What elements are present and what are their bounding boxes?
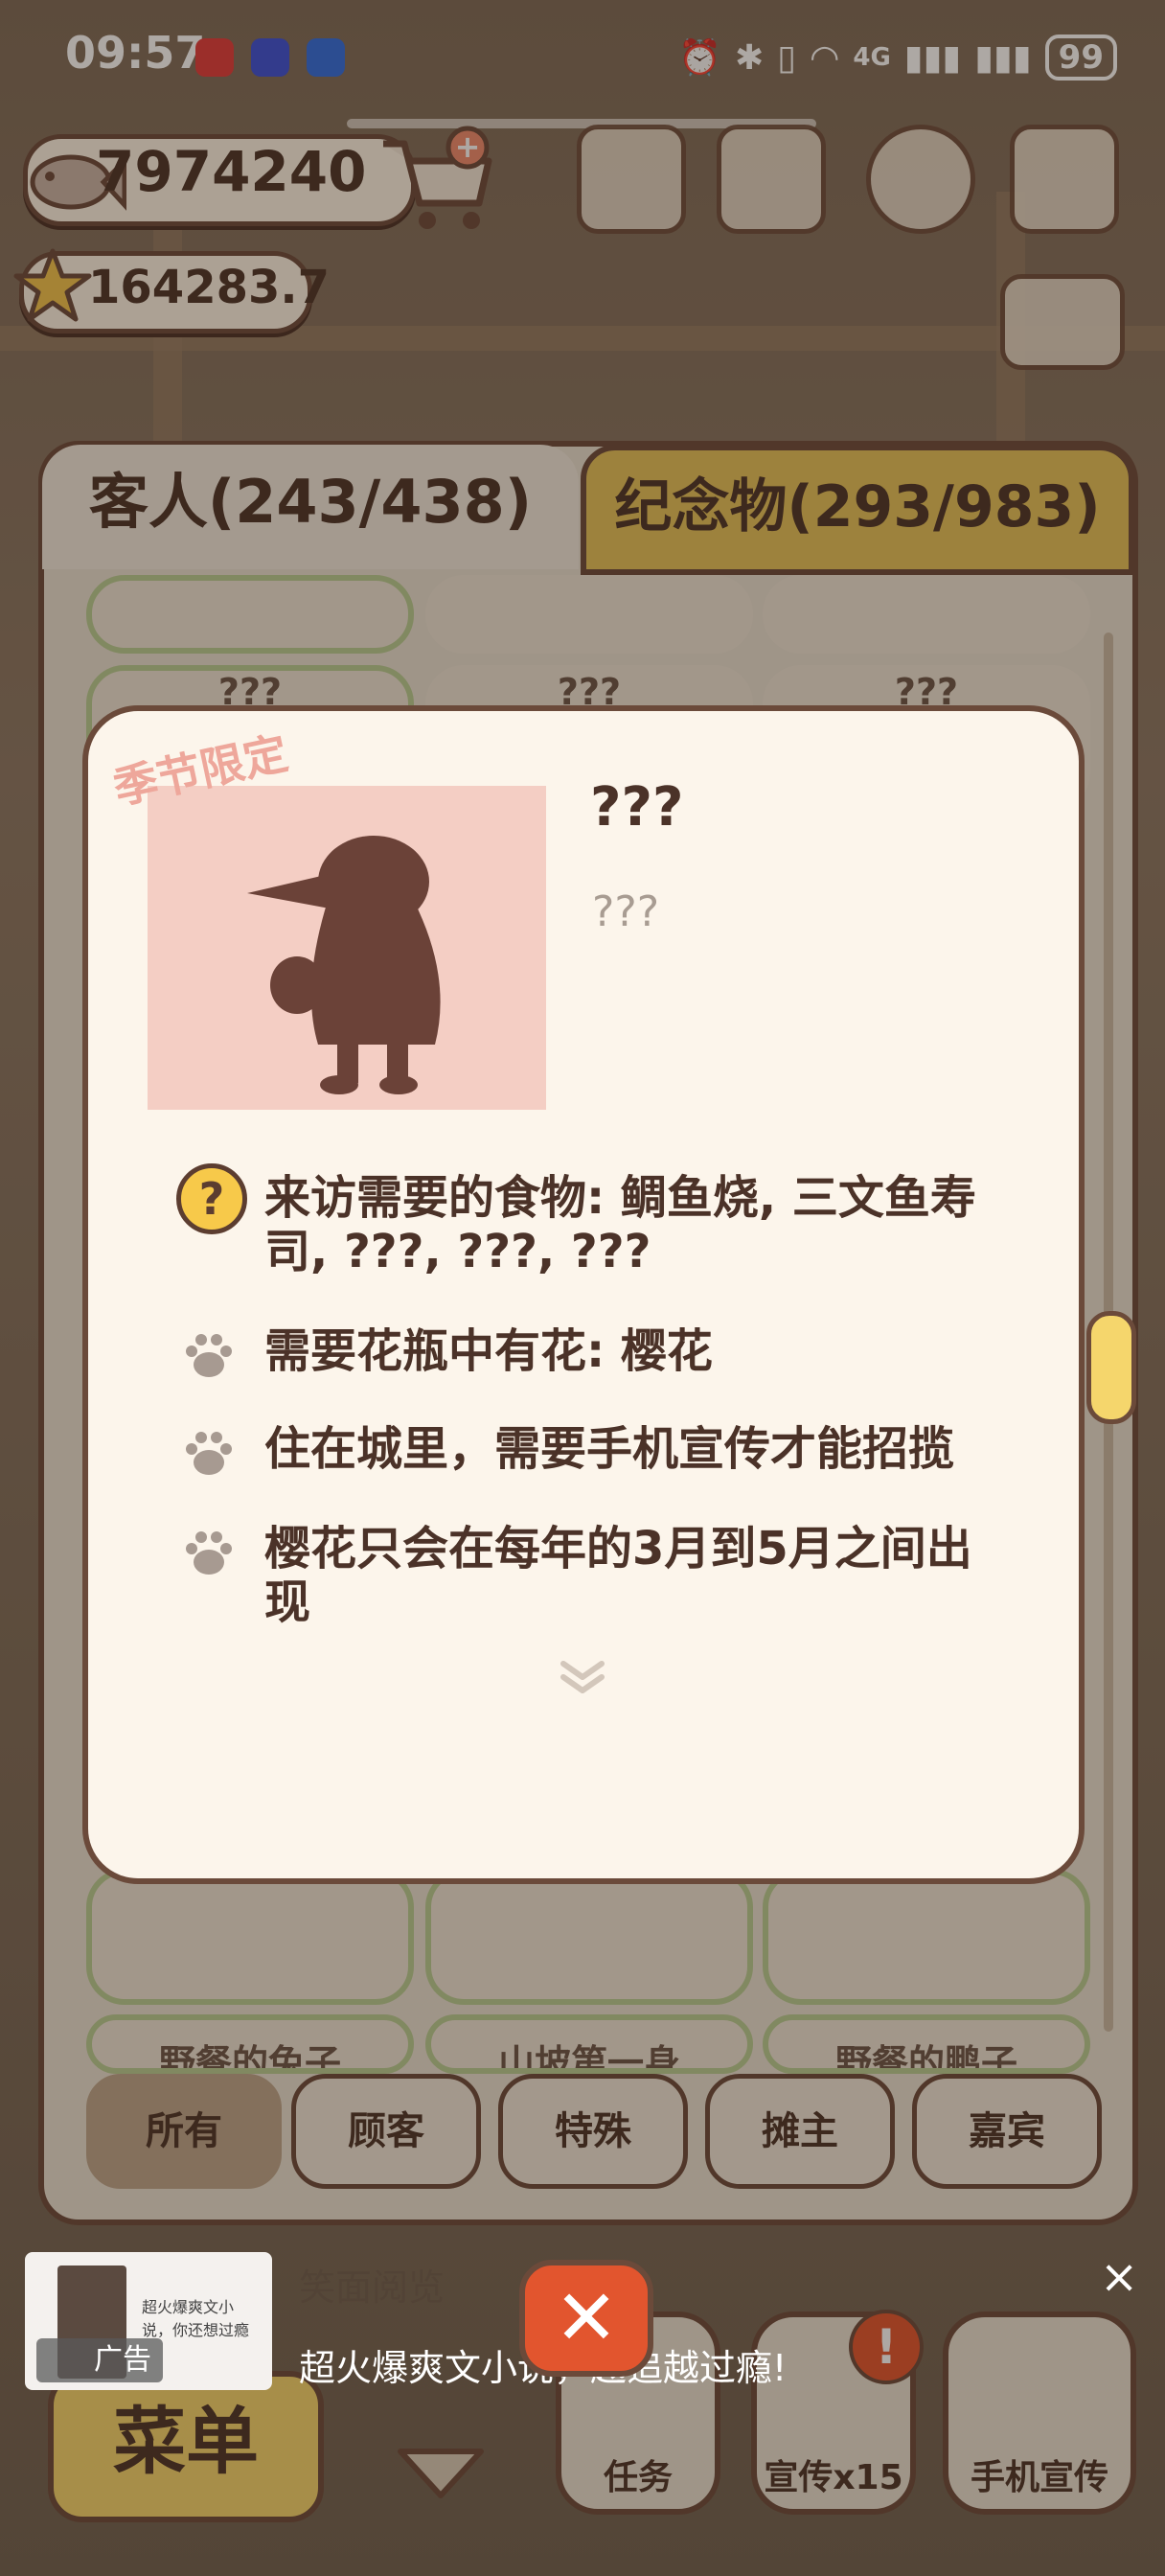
food-requirement-line2: 司, ???, ???, ???: [264, 1225, 651, 1278]
food-requirement-line1: 来访需要的食物: 鲷鱼烧, 三文鱼寿: [264, 1171, 976, 1225]
paw-icon: [186, 1334, 232, 1377]
side-drawer-handle[interactable]: [1086, 1311, 1136, 1424]
season-note-line2: 现: [264, 1576, 311, 1629]
season-note: 樱花只会在每年的3月到5月之间出 现: [264, 1522, 1012, 1629]
flower-requirement: 需要花瓶中有花: 樱花: [264, 1324, 713, 1378]
paw-icon: [186, 1531, 232, 1575]
chevron-down-icon[interactable]: [556, 1658, 609, 1696]
guest-portrait: [148, 786, 546, 1110]
question-icon: ?: [176, 1163, 247, 1234]
season-note-line1: 樱花只会在每年的3月到5月之间出: [264, 1522, 972, 1576]
ad-close-button[interactable]: ×: [1100, 2250, 1138, 2304]
guest-silhouette: [247, 836, 441, 1094]
guest-name: ???: [590, 776, 684, 839]
food-requirement: 来访需要的食物: 鲷鱼烧, 三文鱼寿 司, ???, ???, ???: [264, 1171, 1012, 1278]
paw-icon: [186, 1432, 232, 1475]
ad-label: 广告: [36, 2338, 163, 2382]
close-icon[interactable]: ✕: [519, 2260, 653, 2377]
guest-subtitle: ???: [592, 887, 660, 936]
ad-thumbnail-text: 超火爆爽文小说，你还想过瘾: [142, 2298, 250, 2339]
city-requirement: 住在城里，需要手机宣传才能招揽: [264, 1422, 955, 1476]
